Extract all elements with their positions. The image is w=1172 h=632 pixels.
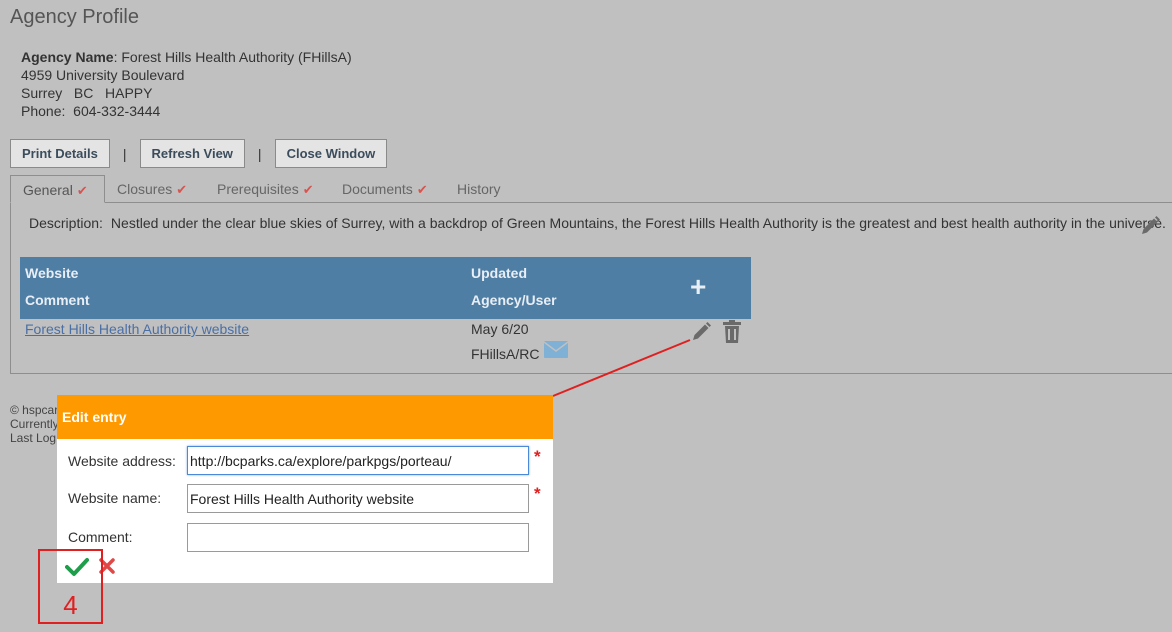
tab-label: Prerequisites: [217, 181, 299, 197]
check-icon: ✔: [416, 182, 428, 197]
required-marker: *: [534, 447, 541, 466]
description: Description: Nestled under the clear blue…: [29, 215, 1166, 231]
edit-entry-dialog: Edit entry Website address: * Website na…: [57, 395, 553, 583]
comment-input[interactable]: [187, 523, 529, 552]
website-grid-header: Website Comment Updated Agency/User: [20, 257, 751, 319]
footer-info: © hspcar Currently Last Log: [10, 403, 59, 445]
column-comment: Comment: [25, 292, 90, 308]
tab-label: Documents: [342, 181, 413, 197]
column-website: Website: [25, 265, 79, 281]
row-agency-user: FHillsA/RC: [471, 346, 540, 362]
tab-label: Closures: [117, 181, 173, 197]
agency-city: Surrey BC HAPPY: [21, 85, 153, 101]
toolbar: Print Details | Refresh View | Close Win…: [10, 139, 388, 168]
edit-row-pencil-icon[interactable]: [690, 321, 712, 346]
footer-last-login: Last Log: [10, 431, 57, 445]
description-label: Description:: [29, 215, 103, 231]
edit-description-pencil-icon[interactable]: [1139, 215, 1161, 240]
add-website-plus-icon[interactable]: +: [690, 273, 706, 301]
agency-address: 4959 University Boulevard: [21, 67, 185, 83]
page-title: Agency Profile: [10, 6, 139, 28]
column-updated: Updated: [471, 265, 527, 281]
column-agency-user: Agency/User: [471, 292, 557, 308]
close-window-button[interactable]: Close Window: [274, 139, 388, 168]
refresh-view-button[interactable]: Refresh View: [139, 139, 245, 168]
agency-info: Agency Name: Forest Hills Health Authori…: [21, 48, 352, 120]
dialog-title: Edit entry: [57, 395, 553, 439]
website-address-input[interactable]: [187, 446, 529, 475]
toolbar-separator: |: [122, 145, 127, 162]
check-icon: ✔: [176, 182, 188, 197]
delete-trash-icon[interactable]: [722, 320, 742, 347]
website-name-label: Website name:: [68, 490, 162, 506]
tab-label: General: [23, 182, 73, 198]
tab-closures[interactable]: Closures ✔: [105, 175, 199, 203]
tab-general[interactable]: General ✔: [10, 175, 105, 203]
tab-label: History: [457, 181, 501, 197]
agency-name-value: : Forest Hills Health Authority (FHillsA…: [113, 49, 352, 65]
description-text: Nestled under the clear blue skies of Su…: [110, 215, 1166, 231]
tab-bar: General ✔ Closures ✔ Prerequisites ✔ Docume…: [10, 175, 1172, 203]
required-marker: *: [534, 484, 541, 503]
website-name-input[interactable]: [187, 484, 529, 513]
tab-history[interactable]: History: [445, 175, 513, 203]
envelope-icon[interactable]: [543, 341, 569, 361]
check-icon: ✔: [76, 183, 88, 198]
check-icon: ✔: [302, 182, 314, 197]
annotation-step-number: 4: [63, 590, 78, 620]
row-updated-date: May 6/20: [471, 321, 529, 337]
comment-label: Comment:: [68, 529, 133, 545]
website-address-label: Website address:: [68, 453, 176, 469]
agency-name-label: Agency Name: [21, 49, 114, 65]
tab-prerequisites[interactable]: Prerequisites ✔: [205, 175, 326, 203]
footer-current: Currently: [10, 417, 59, 431]
footer-copyright: © hspcar: [10, 403, 59, 417]
print-details-button[interactable]: Print Details: [10, 139, 110, 168]
agency-phone: Phone: 604-332-3444: [21, 103, 161, 119]
toolbar-separator: |: [257, 145, 262, 162]
tab-documents[interactable]: Documents ✔: [330, 175, 440, 203]
website-link[interactable]: Forest Hills Health Authority website: [25, 321, 249, 337]
